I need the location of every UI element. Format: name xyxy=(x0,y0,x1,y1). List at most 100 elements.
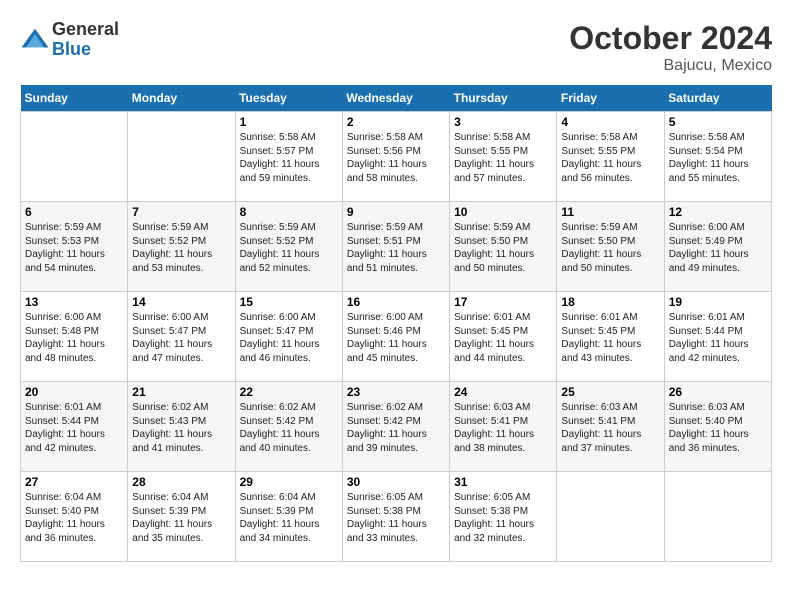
cell-info: Sunrise: 5:59 AM Sunset: 5:50 PM Dayligh… xyxy=(561,221,659,275)
calendar-cell: 29 Sunrise: 6:04 AM Sunset: 5:39 PM Dayli… xyxy=(235,472,342,562)
day-number: 1 xyxy=(240,115,338,129)
day-number: 14 xyxy=(132,295,230,309)
day-number: 10 xyxy=(454,205,552,219)
calendar-cell: 18Sunrise: 6:01 AM Sunset: 5:45 PM Dayli… xyxy=(557,292,664,382)
calendar-cell xyxy=(21,112,128,202)
day-number: 7 xyxy=(132,205,230,219)
day-number: 9 xyxy=(347,205,445,219)
logo-icon xyxy=(20,25,50,55)
day-number: 17 xyxy=(454,295,552,309)
calendar-cell: 12Sunrise: 6:00 AM Sunset: 5:49 PM Dayli… xyxy=(664,202,771,292)
day-number: 19 xyxy=(669,295,767,309)
weekday-header-monday: Monday xyxy=(128,85,235,112)
cell-info: Sunrise: 6:04 AM Sunset: 5:40 PM Dayligh… xyxy=(25,491,123,545)
calendar-cell: 21 Sunrise: 6:02 AM Sunset: 5:43 PM Dayli… xyxy=(128,382,235,472)
day-number: 29 xyxy=(240,475,338,489)
day-number: 11 xyxy=(561,205,659,219)
day-number: 18 xyxy=(561,295,659,309)
cell-info: Sunrise: 6:05 AM Sunset: 5:38 PM Dayligh… xyxy=(347,491,445,545)
cell-info: Sunrise: 5:59 AM Sunset: 5:52 PM Dayligh… xyxy=(132,221,230,275)
day-number: 30 xyxy=(347,475,445,489)
day-number: 8 xyxy=(240,205,338,219)
cell-info: Sunrise: 6:00 AM Sunset: 5:47 PM Dayligh… xyxy=(240,311,338,365)
cell-info: Sunrise: 5:58 AM Sunset: 5:54 PM Dayligh… xyxy=(669,131,767,185)
day-number: 22 xyxy=(240,385,338,399)
calendar-cell: 11 Sunrise: 5:59 AM Sunset: 5:50 PM Dayli… xyxy=(557,202,664,292)
calendar-cell: 25 Sunrise: 6:03 AM Sunset: 5:41 PM Dayli… xyxy=(557,382,664,472)
calendar-cell: 16 Sunrise: 6:00 AM Sunset: 5:46 PM Dayli… xyxy=(342,292,449,382)
day-number: 23 xyxy=(347,385,445,399)
logo-general-text: General xyxy=(52,20,119,40)
day-number: 24 xyxy=(454,385,552,399)
day-number: 6 xyxy=(25,205,123,219)
cell-info: Sunrise: 5:59 AM Sunset: 5:50 PM Dayligh… xyxy=(454,221,552,275)
calendar-cell: 19 Sunrise: 6:01 AM Sunset: 5:44 PM Dayli… xyxy=(664,292,771,382)
weekday-header-row: SundayMondayTuesdayWednesdayThursdayFrid… xyxy=(21,85,772,112)
day-number: 31 xyxy=(454,475,552,489)
calendar-body: 1 Sunrise: 5:58 AM Sunset: 5:57 PM Daylig… xyxy=(21,112,772,562)
cell-info: Sunrise: 6:04 AM Sunset: 5:39 PM Dayligh… xyxy=(132,491,230,545)
cell-info: Sunrise: 6:04 AM Sunset: 5:39 PM Dayligh… xyxy=(240,491,338,545)
calendar-cell: 8 Sunrise: 5:59 AM Sunset: 5:52 PM Daylig… xyxy=(235,202,342,292)
calendar-cell: 13 Sunrise: 6:00 AM Sunset: 5:48 PM Dayli… xyxy=(21,292,128,382)
cell-info: Sunrise: 6:00 AM Sunset: 5:48 PM Dayligh… xyxy=(25,311,123,365)
calendar-cell: 27 Sunrise: 6:04 AM Sunset: 5:40 PM Dayli… xyxy=(21,472,128,562)
calendar-cell: 15 Sunrise: 6:00 AM Sunset: 5:47 PM Dayli… xyxy=(235,292,342,382)
cell-info: Sunrise: 6:01 AM Sunset: 5:44 PM Dayligh… xyxy=(25,401,123,455)
day-number: 20 xyxy=(25,385,123,399)
calendar-cell: 3Sunrise: 5:58 AM Sunset: 5:55 PM Daylig… xyxy=(450,112,557,202)
calendar-cell: 17Sunrise: 6:01 AM Sunset: 5:45 PM Dayli… xyxy=(450,292,557,382)
calendar-week-row: 20 Sunrise: 6:01 AM Sunset: 5:44 PM Dayli… xyxy=(21,382,772,472)
cell-info: Sunrise: 6:02 AM Sunset: 5:42 PM Dayligh… xyxy=(347,401,445,455)
cell-info: Sunrise: 5:58 AM Sunset: 5:56 PM Dayligh… xyxy=(347,131,445,185)
calendar-cell: 23 Sunrise: 6:02 AM Sunset: 5:42 PM Dayli… xyxy=(342,382,449,472)
cell-info: Sunrise: 6:03 AM Sunset: 5:40 PM Dayligh… xyxy=(669,401,767,455)
day-number: 28 xyxy=(132,475,230,489)
calendar-cell: 28 Sunrise: 6:04 AM Sunset: 5:39 PM Dayli… xyxy=(128,472,235,562)
title-block: October 2024 Bajucu, Mexico xyxy=(569,20,772,75)
calendar-cell: 6 Sunrise: 5:59 AM Sunset: 5:53 PM Daylig… xyxy=(21,202,128,292)
calendar-cell: 5 Sunrise: 5:58 AM Sunset: 5:54 PM Daylig… xyxy=(664,112,771,202)
cell-info: Sunrise: 5:58 AM Sunset: 5:57 PM Dayligh… xyxy=(240,131,338,185)
calendar-cell: 7 Sunrise: 5:59 AM Sunset: 5:52 PM Daylig… xyxy=(128,202,235,292)
cell-info: Sunrise: 6:02 AM Sunset: 5:43 PM Dayligh… xyxy=(132,401,230,455)
cell-info: Sunrise: 6:03 AM Sunset: 5:41 PM Dayligh… xyxy=(454,401,552,455)
calendar-cell: 31 Sunrise: 6:05 AM Sunset: 5:38 PM Dayli… xyxy=(450,472,557,562)
calendar-cell xyxy=(128,112,235,202)
cell-info: Sunrise: 6:03 AM Sunset: 5:41 PM Dayligh… xyxy=(561,401,659,455)
calendar-cell: 9Sunrise: 5:59 AM Sunset: 5:51 PM Daylig… xyxy=(342,202,449,292)
cell-info: Sunrise: 6:00 AM Sunset: 5:47 PM Dayligh… xyxy=(132,311,230,365)
calendar-cell xyxy=(664,472,771,562)
cell-info: Sunrise: 6:00 AM Sunset: 5:46 PM Dayligh… xyxy=(347,311,445,365)
month-year-title: October 2024 xyxy=(569,20,772,57)
calendar-cell xyxy=(557,472,664,562)
day-number: 27 xyxy=(25,475,123,489)
cell-info: Sunrise: 5:59 AM Sunset: 5:53 PM Dayligh… xyxy=(25,221,123,275)
calendar-cell: 26Sunrise: 6:03 AM Sunset: 5:40 PM Dayli… xyxy=(664,382,771,472)
calendar-cell: 10 Sunrise: 5:59 AM Sunset: 5:50 PM Dayli… xyxy=(450,202,557,292)
day-number: 13 xyxy=(25,295,123,309)
cell-info: Sunrise: 5:59 AM Sunset: 5:52 PM Dayligh… xyxy=(240,221,338,275)
weekday-header-thursday: Thursday xyxy=(450,85,557,112)
calendar-cell: 30 Sunrise: 6:05 AM Sunset: 5:38 PM Dayli… xyxy=(342,472,449,562)
calendar-cell: 20 Sunrise: 6:01 AM Sunset: 5:44 PM Dayli… xyxy=(21,382,128,472)
logo-text: General Blue xyxy=(52,20,119,60)
day-number: 21 xyxy=(132,385,230,399)
day-number: 3 xyxy=(454,115,552,129)
calendar-cell: 24 Sunrise: 6:03 AM Sunset: 5:41 PM Dayli… xyxy=(450,382,557,472)
calendar-cell: 4Sunrise: 5:58 AM Sunset: 5:55 PM Daylig… xyxy=(557,112,664,202)
day-number: 25 xyxy=(561,385,659,399)
calendar-week-row: 27 Sunrise: 6:04 AM Sunset: 5:40 PM Dayli… xyxy=(21,472,772,562)
cell-info: Sunrise: 6:01 AM Sunset: 5:44 PM Dayligh… xyxy=(669,311,767,365)
location-subtitle: Bajucu, Mexico xyxy=(569,57,772,75)
cell-info: Sunrise: 6:05 AM Sunset: 5:38 PM Dayligh… xyxy=(454,491,552,545)
day-number: 15 xyxy=(240,295,338,309)
day-number: 5 xyxy=(669,115,767,129)
day-number: 2 xyxy=(347,115,445,129)
day-number: 16 xyxy=(347,295,445,309)
calendar-cell: 14 Sunrise: 6:00 AM Sunset: 5:47 PM Dayli… xyxy=(128,292,235,382)
logo-blue-text: Blue xyxy=(52,40,119,60)
cell-info: Sunrise: 6:00 AM Sunset: 5:49 PM Dayligh… xyxy=(669,221,767,275)
weekday-header-friday: Friday xyxy=(557,85,664,112)
calendar-cell: 22Sunrise: 6:02 AM Sunset: 5:42 PM Dayli… xyxy=(235,382,342,472)
